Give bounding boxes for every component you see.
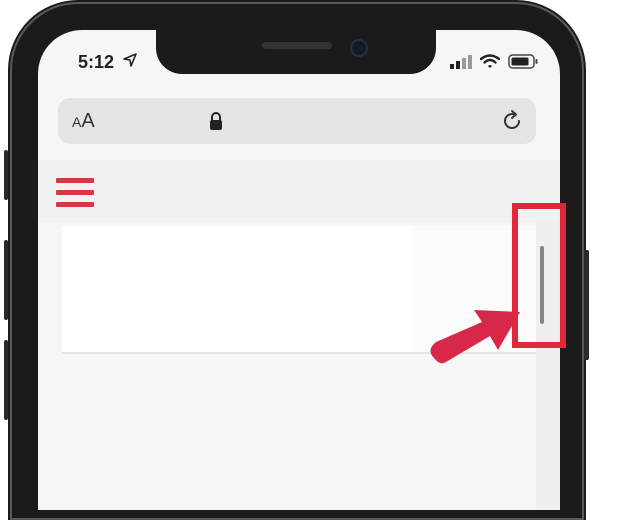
wifi-icon — [480, 54, 500, 68]
front-camera — [350, 39, 368, 57]
address-bar[interactable]: AA — [58, 98, 536, 144]
side-button-silent — [4, 150, 8, 200]
lock-icon — [210, 112, 222, 130]
side-button-volume-down — [4, 340, 8, 420]
cellular-signal-icon — [450, 54, 472, 69]
page-header — [38, 160, 560, 222]
earpiece-speaker — [262, 42, 332, 49]
battery-icon — [508, 54, 538, 69]
notch — [156, 30, 436, 74]
status-time: 5:12 — [78, 52, 115, 72]
reload-icon[interactable] — [500, 109, 524, 133]
side-button-volume-up — [4, 240, 8, 320]
phone-screen: 5:12 AA — [38, 30, 560, 510]
content-block — [62, 226, 412, 354]
status-icons — [450, 54, 538, 69]
hamburger-menu-icon[interactable] — [56, 178, 96, 212]
side-button-power — [584, 250, 589, 360]
location-arrow-icon — [123, 53, 137, 67]
text-size-label-small: A — [72, 114, 82, 130]
text-size-label-large: A — [81, 110, 95, 132]
pointer-arrow-icon — [430, 310, 520, 364]
text-size-button[interactable]: AA — [72, 110, 95, 133]
